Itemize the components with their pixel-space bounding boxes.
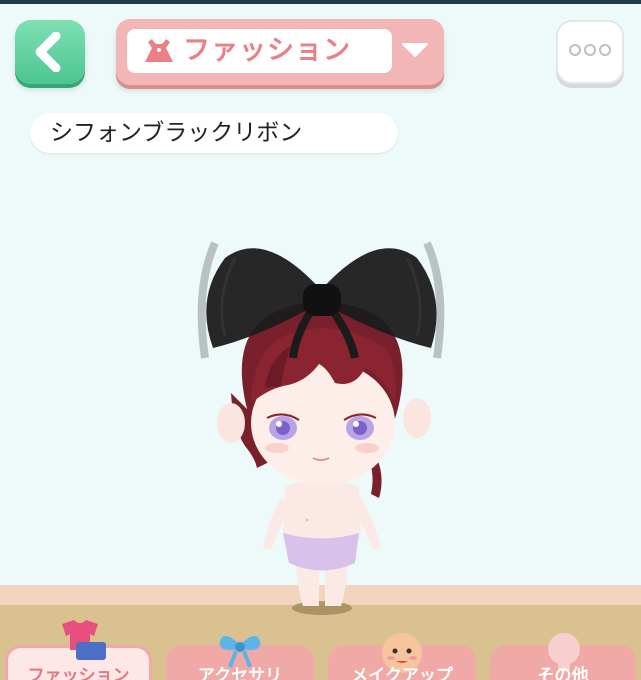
more-dots-icon <box>569 44 611 56</box>
tab-label: メイクアップ <box>351 666 453 680</box>
category-label: ファッション <box>183 35 351 66</box>
back-arrow-icon <box>35 32 61 72</box>
tab-label: その他 <box>537 666 589 680</box>
tab-makeup[interactable]: メイクアップ <box>328 633 476 680</box>
tab-fashion[interactable]: ファッション <box>5 620 152 680</box>
category-field: ファッション <box>127 29 392 73</box>
dropdown-arrow-icon <box>402 43 428 57</box>
dress-icon <box>145 39 173 62</box>
avatar[interactable] <box>195 218 455 618</box>
category-dropdown[interactable]: ファッション <box>116 19 444 85</box>
tab-accessory[interactable]: アクセサリ <box>166 635 314 680</box>
tab-other[interactable]: その他 <box>490 633 636 680</box>
more-button[interactable] <box>556 20 624 84</box>
status-strip <box>0 0 641 4</box>
tab-label: ファッション <box>27 666 130 680</box>
clothes-icon <box>62 620 106 660</box>
back-button[interactable] <box>15 20 85 84</box>
tab-label: アクセサリ <box>197 666 283 680</box>
item-name-label: シフォンブラックリボン <box>30 113 398 153</box>
